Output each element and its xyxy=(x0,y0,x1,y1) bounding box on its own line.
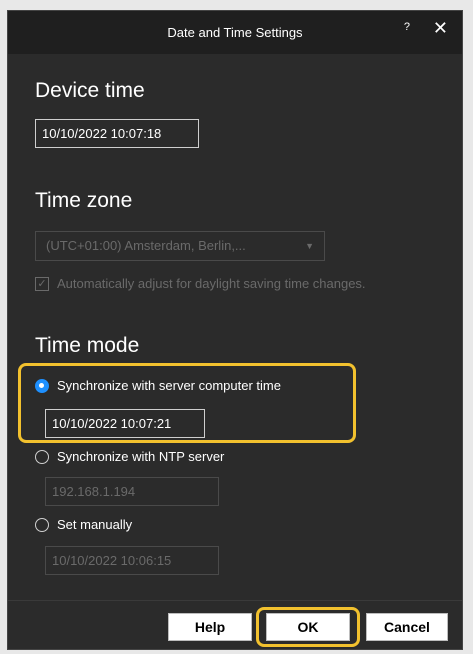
dialog-title: Date and Time Settings xyxy=(167,25,303,40)
radio-unchecked-icon[interactable] xyxy=(35,518,49,532)
radio-unchecked-icon[interactable] xyxy=(35,450,49,464)
device-time-heading: Device time xyxy=(35,79,145,102)
cancel-button[interactable]: Cancel xyxy=(366,613,448,641)
device-time-field: 10/10/2022 10:07:18 xyxy=(35,119,199,148)
auto-dst-label: Automatically adjust for daylight saving… xyxy=(57,276,366,291)
ntp-server-field[interactable]: 192.168.1.194 xyxy=(45,477,219,506)
highlight-box-ok xyxy=(256,607,360,647)
radio-ntp-label: Synchronize with NTP server xyxy=(57,449,225,464)
manual-time-field[interactable]: 10/10/2022 10:06:15 xyxy=(45,546,219,575)
time-mode-heading: Time mode xyxy=(35,334,140,357)
radio-checked-icon[interactable] xyxy=(35,379,49,393)
help-button[interactable]: Help xyxy=(168,613,252,641)
time-zone-selected: (UTC+01:00) Amsterdam, Berlin,... xyxy=(46,238,246,253)
server-time-field: 10/10/2022 10:07:21 xyxy=(45,409,205,438)
time-zone-heading: Time zone xyxy=(35,189,133,212)
title-bar: Date and Time Settings ? ✕ xyxy=(8,11,462,54)
radio-server-time-label: Synchronize with server computer time xyxy=(57,378,281,393)
chevron-down-icon: ▼ xyxy=(305,241,314,251)
help-icon[interactable]: ? xyxy=(404,21,410,33)
radio-manual-label: Set manually xyxy=(57,517,133,532)
dialog-footer: Help OK Cancel xyxy=(8,600,462,649)
close-icon[interactable]: ✕ xyxy=(433,18,448,39)
date-time-settings-dialog: Date and Time Settings ? ✕ Device time 1… xyxy=(7,10,463,650)
checkmark-icon[interactable]: ✓ xyxy=(35,277,49,291)
time-zone-dropdown[interactable]: (UTC+01:00) Amsterdam, Berlin,... ▼ xyxy=(35,231,325,261)
